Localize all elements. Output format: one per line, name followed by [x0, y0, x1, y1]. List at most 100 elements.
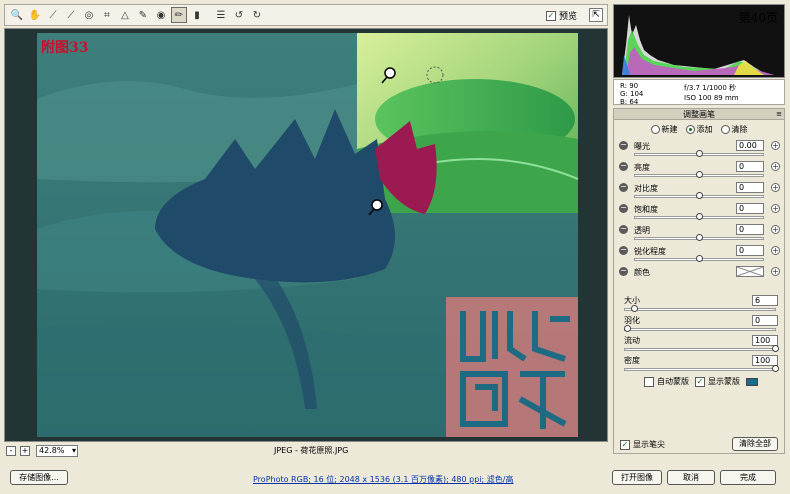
rgb-g-value: G: 104: [620, 90, 644, 98]
clear-all-button[interactable]: 清除全部: [732, 437, 778, 451]
slider-thumb[interactable]: [696, 213, 703, 220]
straighten-tool-icon[interactable]: △: [117, 7, 133, 23]
brush-slider-track[interactable]: [624, 348, 776, 351]
radio-dot[interactable]: [720, 125, 730, 134]
rgb-r-value: R: 90: [620, 82, 639, 90]
slider-value-input[interactable]: 0: [736, 245, 764, 256]
brush-slider-row: 羽化 0: [622, 315, 778, 335]
brush-slider-label: 流动: [624, 336, 640, 345]
show-mask-checkbox[interactable]: ✓: [695, 376, 705, 387]
slider-label: 对比度: [634, 184, 658, 193]
brush-slider-thumb[interactable]: [624, 325, 631, 332]
crop-tool-icon[interactable]: ⌗: [99, 7, 115, 23]
file-name-label: JPEG - 荷花原照.JPG: [274, 446, 349, 455]
slider-label: 透明: [634, 226, 650, 235]
slider-thumb[interactable]: [696, 255, 703, 262]
show-pins-checkbox[interactable]: ✓: [620, 439, 630, 450]
zoom-in-button[interactable]: +: [20, 446, 30, 456]
mode-radio-2[interactable]: 清除: [720, 124, 748, 135]
color-row: − 颜色 +: [614, 266, 786, 287]
image-preview-canvas[interactable]: 附图33: [4, 28, 608, 442]
slider-value-input[interactable]: 0: [736, 224, 764, 235]
brush-slider-row: 流动 100: [622, 335, 779, 355]
brush-mode-group: 新建 添加 清除: [614, 124, 784, 135]
brush-slider-track[interactable]: [624, 328, 776, 331]
graduated-filter-tool-icon[interactable]: ▮: [189, 7, 205, 23]
brush-slider-thumb[interactable]: [772, 365, 779, 372]
slider-label: 饱和度: [634, 205, 658, 214]
show-pins-label: 显示笔尖: [633, 440, 665, 449]
decrease-icon[interactable]: −: [619, 246, 628, 255]
zoom-out-button[interactable]: -: [6, 446, 16, 456]
mask-color-swatch[interactable]: [746, 377, 758, 386]
radio-dot[interactable]: [650, 125, 660, 134]
auto-mask-checkbox[interactable]: [644, 376, 654, 387]
brush-slider-track[interactable]: [624, 308, 776, 311]
slider-thumb[interactable]: [696, 171, 703, 178]
slider-value-input[interactable]: 0: [736, 203, 764, 214]
fullscreen-toggle-icon[interactable]: ⇱: [589, 8, 603, 22]
color-sampler-tool-icon[interactable]: ⟋: [63, 7, 79, 23]
brush-value-input[interactable]: 0: [752, 315, 778, 326]
increase-icon[interactable]: +: [771, 183, 780, 192]
decrease-icon[interactable]: −: [619, 183, 628, 192]
slider-value-input[interactable]: 0: [736, 182, 764, 193]
mask-options: 自动蒙版 ✓ 显示蒙版: [644, 376, 758, 387]
histogram-panel: 第40页: [613, 4, 785, 78]
hand-tool-icon[interactable]: ✋: [27, 7, 43, 23]
decrease-icon[interactable]: −: [619, 267, 628, 276]
open-image-button[interactable]: 打开图像: [612, 470, 662, 485]
color-picker-swatch[interactable]: [736, 266, 764, 277]
increase-icon[interactable]: +: [771, 162, 780, 171]
zoom-tool-icon[interactable]: 🔍: [9, 7, 25, 23]
mode-radio-1[interactable]: 添加: [685, 124, 713, 135]
rotate-left-icon[interactable]: ↺: [231, 7, 247, 23]
rgb-b-value: B: 64: [620, 98, 639, 106]
adjustment-brush-tool-icon[interactable]: ✏: [171, 7, 187, 23]
preview-label: 预览: [558, 12, 577, 22]
increase-icon[interactable]: +: [771, 225, 780, 234]
brush-slider-thumb[interactable]: [772, 345, 779, 352]
workflow-options-link[interactable]: ProPhoto RGB; 16 位; 2048 x 1536 (3.1 百万像…: [253, 474, 513, 485]
adjustment-brush-panel: 调整画笔 ≡ 新建 添加 清除 − 曝光 0.00 + − 亮度 0 + − 对比度 0 + − 饱和度 0 + −…: [613, 108, 785, 454]
slider-thumb[interactable]: [696, 192, 703, 199]
slider-value-input[interactable]: 0.00: [736, 140, 764, 151]
show-pins-option: ✓ 显示笔尖: [620, 439, 665, 450]
spot-removal-tool-icon[interactable]: ✎: [135, 7, 151, 23]
red-eye-tool-icon[interactable]: ◉: [153, 7, 169, 23]
brush-value-input[interactable]: 6: [752, 295, 778, 306]
radio-dot[interactable]: [685, 125, 695, 134]
decrease-icon[interactable]: −: [619, 204, 628, 213]
pixel-info-panel: R: 90 G: 104 B: 64 f/3.7 1/1000 秒 ISO 10…: [613, 79, 785, 106]
rotate-right-icon[interactable]: ↻: [249, 7, 265, 23]
mode-radio-0[interactable]: 新建: [650, 124, 678, 135]
preview-check-box[interactable]: ✓: [545, 10, 556, 21]
increase-icon[interactable]: +: [771, 246, 780, 255]
slider-thumb[interactable]: [696, 150, 703, 157]
zoom-status-bar: - + 42.8% JPEG - 荷花原照.JPG: [4, 443, 608, 459]
decrease-icon[interactable]: −: [619, 225, 628, 234]
adjust-slider-row: − 亮度 0 +: [614, 161, 786, 182]
done-button[interactable]: 完成: [720, 470, 776, 485]
slider-value-input[interactable]: 0: [736, 161, 764, 172]
save-image-button[interactable]: 存储图像...: [10, 470, 68, 485]
brush-slider-track[interactable]: [624, 368, 776, 371]
adjust-slider-row: − 对比度 0 +: [614, 182, 786, 203]
preview-checkbox[interactable]: ✓ 预览: [545, 9, 577, 22]
increase-icon[interactable]: +: [771, 141, 780, 150]
adjust-slider-row: − 曝光 0.00 +: [614, 140, 786, 161]
zoom-level-select[interactable]: 42.8%: [36, 445, 78, 457]
preferences-icon[interactable]: ☰: [213, 7, 229, 23]
slider-thumb[interactable]: [696, 234, 703, 241]
cancel-button[interactable]: 取消: [667, 470, 715, 485]
panel-title-text: 调整画笔: [683, 110, 715, 119]
increase-icon[interactable]: +: [771, 267, 780, 276]
decrease-icon[interactable]: −: [619, 141, 628, 150]
decrease-icon[interactable]: −: [619, 162, 628, 171]
increase-icon[interactable]: +: [771, 204, 780, 213]
white-balance-tool-icon[interactable]: ⟋: [45, 7, 61, 23]
slider-label: 曝光: [634, 142, 650, 151]
panel-menu-icon[interactable]: ≡: [776, 109, 782, 120]
color-label: 颜色: [634, 268, 650, 277]
target-adjust-tool-icon[interactable]: ◎: [81, 7, 97, 23]
